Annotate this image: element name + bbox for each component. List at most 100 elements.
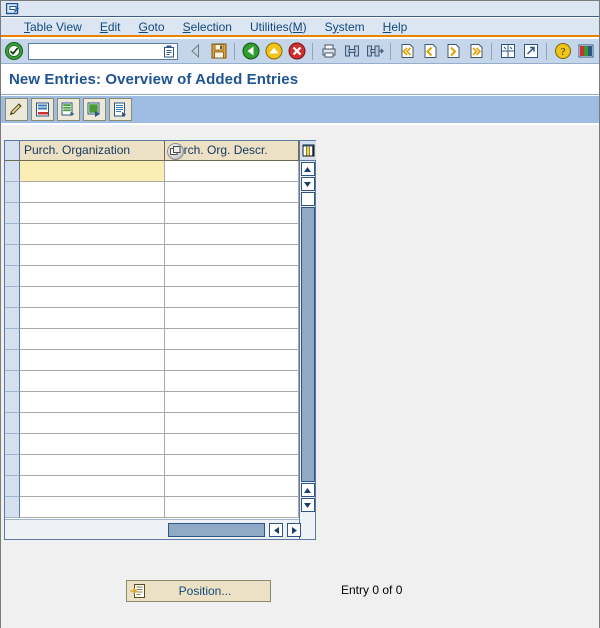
row-selector[interactable] <box>5 455 20 476</box>
column-header-purch-org[interactable]: Purch. Organization <box>20 141 165 161</box>
enter-ok-icon[interactable] <box>4 41 24 61</box>
cell-purch-org-descr[interactable] <box>165 392 299 413</box>
row-selector[interactable] <box>5 350 20 371</box>
table-row[interactable] <box>5 224 299 245</box>
table-row[interactable] <box>5 182 299 203</box>
cell-purch-org[interactable] <box>20 350 165 371</box>
row-selector[interactable] <box>5 329 20 350</box>
cell-purch-org-descr[interactable] <box>165 455 299 476</box>
cell-purch-org-descr[interactable] <box>165 371 299 392</box>
cell-purch-org[interactable] <box>20 224 165 245</box>
cell-purch-org[interactable] <box>20 455 165 476</box>
menu-edit[interactable]: Edit <box>91 19 130 35</box>
table-row[interactable] <box>5 413 299 434</box>
cell-purch-org[interactable] <box>20 434 165 455</box>
row-selector[interactable] <box>5 392 20 413</box>
cell-purch-org-descr[interactable] <box>165 350 299 371</box>
cell-purch-org[interactable] <box>20 182 165 203</box>
select-all-rows-cell[interactable] <box>5 141 20 161</box>
cell-purch-org[interactable] <box>20 329 165 350</box>
cell-purch-org[interactable] <box>20 371 165 392</box>
cell-purch-org[interactable] <box>20 245 165 266</box>
row-selector[interactable] <box>5 434 20 455</box>
table-vertical-scrollbar[interactable] <box>299 141 315 539</box>
row-selector[interactable] <box>5 182 20 203</box>
row-selector[interactable] <box>5 308 20 329</box>
menu-help[interactable]: Help <box>374 19 417 35</box>
menu-utilities[interactable]: Utilities(M) <box>241 19 316 35</box>
help-icon[interactable]: ? <box>552 41 573 62</box>
row-selector[interactable] <box>5 413 20 434</box>
table-row[interactable] <box>5 350 299 371</box>
cell-purch-org-descr[interactable] <box>165 476 299 497</box>
first-page-icon[interactable] <box>396 41 417 62</box>
row-selector[interactable] <box>5 245 20 266</box>
cell-purch-org[interactable] <box>20 287 165 308</box>
scroll-right-button[interactable] <box>287 523 301 537</box>
cancel-red-icon[interactable] <box>286 41 307 62</box>
cell-purch-org-descr[interactable] <box>165 308 299 329</box>
menu-system[interactable]: System <box>316 19 374 35</box>
select-all-button[interactable] <box>83 98 106 121</box>
table-row[interactable] <box>5 266 299 287</box>
cell-purch-org-descr[interactable] <box>165 182 299 203</box>
table-row[interactable] <box>5 434 299 455</box>
cell-purch-org-descr[interactable] <box>165 497 299 518</box>
cell-purch-org[interactable] <box>20 203 165 224</box>
cell-purch-org[interactable] <box>20 161 165 182</box>
cell-purch-org-descr[interactable] <box>165 287 299 308</box>
scroll-up-top-button[interactable] <box>301 162 315 176</box>
cell-purch-org[interactable] <box>20 497 165 518</box>
row-selector[interactable] <box>5 161 20 182</box>
cell-purch-org[interactable] <box>20 476 165 497</box>
cell-purch-org-descr[interactable] <box>165 329 299 350</box>
cell-purch-org-descr[interactable] <box>165 203 299 224</box>
scroll-up-bottom-button[interactable] <box>301 483 315 497</box>
previous-page-icon[interactable] <box>419 41 440 62</box>
create-shortcut-icon[interactable] <box>520 41 541 62</box>
position-button[interactable]: Position... <box>126 580 271 602</box>
print-icon[interactable] <box>318 41 339 62</box>
cell-purch-org[interactable] <box>20 308 165 329</box>
table-row[interactable] <box>5 455 299 476</box>
cell-purch-org[interactable] <box>20 413 165 434</box>
scrollbar-thumb[interactable] <box>301 207 315 482</box>
menu-goto[interactable]: Goto <box>130 19 174 35</box>
table-row[interactable] <box>5 161 299 182</box>
expand-entry-icon[interactable] <box>167 143 184 160</box>
copy-as-button[interactable] <box>57 98 80 121</box>
cell-purch-org-descr[interactable] <box>165 266 299 287</box>
table-row[interactable] <box>5 329 299 350</box>
cell-purch-org[interactable] <box>20 266 165 287</box>
table-row[interactable] <box>5 245 299 266</box>
scroll-left-button[interactable] <box>269 523 283 537</box>
column-config-icon[interactable] <box>300 141 316 161</box>
cell-purch-org-descr[interactable] <box>165 245 299 266</box>
table-horizontal-scrollbar[interactable] <box>5 519 299 539</box>
row-selector[interactable] <box>5 287 20 308</box>
delete-row-button[interactable] <box>31 98 54 121</box>
row-selector[interactable] <box>5 224 20 245</box>
new-session-icon[interactable] <box>497 41 518 62</box>
table-row[interactable] <box>5 392 299 413</box>
hscrollbar-thumb[interactable] <box>168 523 265 537</box>
window-menu-icon[interactable] <box>6 3 20 15</box>
command-dropdown-icon[interactable] <box>163 45 175 58</box>
table-row[interactable] <box>5 476 299 497</box>
find-icon[interactable] <box>341 41 362 62</box>
table-row[interactable] <box>5 308 299 329</box>
scrollbar-track-gap[interactable] <box>301 192 315 206</box>
customize-local-layout-icon[interactable] <box>575 41 596 62</box>
scroll-down-top-button[interactable] <box>301 177 315 191</box>
exit-yellow-icon[interactable] <box>263 41 284 62</box>
row-selector[interactable] <box>5 476 20 497</box>
table-row[interactable] <box>5 497 299 518</box>
row-selector[interactable] <box>5 266 20 287</box>
column-header-purch-org-descr[interactable]: Purch. Org. Descr. <box>165 141 299 161</box>
table-row[interactable] <box>5 203 299 224</box>
scroll-down-bottom-button[interactable] <box>301 498 315 512</box>
cell-purch-org[interactable] <box>20 392 165 413</box>
cell-purch-org-descr[interactable] <box>165 161 299 182</box>
row-selector[interactable] <box>5 371 20 392</box>
command-field[interactable] <box>28 43 178 60</box>
